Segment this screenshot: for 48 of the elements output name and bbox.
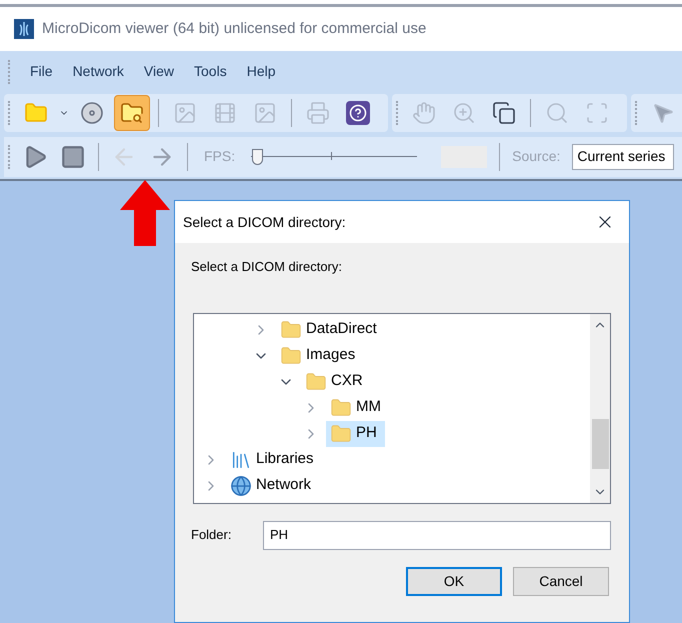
source-label: Source: [512,147,560,166]
image-icon [173,101,197,126]
window-title: MicroDicom viewer (64 bit) unlicensed for commercial use [42,18,426,39]
scrollbar[interactable] [590,314,610,502]
hand-icon [412,101,436,126]
folder-icon [330,422,352,444]
fps-label: FPS: [204,147,236,166]
pointer-icon [651,101,675,126]
fps-slider[interactable] [251,148,418,165]
tree-item[interactable]: PH [326,420,385,446]
tree-item[interactable]: Network [226,472,320,498]
tree-item[interactable]: CXR [301,368,371,394]
menu-item[interactable]: Tools [186,57,235,86]
folder-label: Folder: [191,526,232,544]
tree-item[interactable]: Libraries [226,446,322,472]
help-icon [346,101,370,126]
stop-icon [60,144,86,170]
fit-frame-icon [585,101,609,126]
menu-item[interactable]: Help [238,57,284,86]
scrollbar-thumb[interactable] [592,419,608,469]
folder-icon [280,318,302,340]
folder-icon [330,396,352,418]
folder-icon [305,370,327,392]
dialog-button[interactable]: OK [406,566,502,596]
app-icon [14,19,34,39]
network-icon [230,474,252,496]
menu-item[interactable]: View [136,57,182,86]
toolbar-button[interactable] [114,95,150,132]
dialog-prompt: Select a DICOM directory: [191,258,343,276]
menu-item[interactable]: Network [64,57,132,86]
tree-item[interactable]: MM [326,394,389,420]
annotation-arrow [120,180,170,246]
source-dropdown[interactable]: Current series [572,144,674,170]
dialog-button[interactable]: Cancel [513,566,609,596]
zoom-icon [452,101,476,126]
image-icon [253,101,277,126]
tree-item[interactable]: DataDirect [276,316,385,342]
folder-field[interactable]: PH [263,520,611,550]
disc-icon [80,101,104,126]
dialog-title: Select a DICOM directory: [183,212,346,232]
menu-item[interactable]: File [22,57,61,86]
film-reel-icon [213,101,237,126]
tree-item[interactable]: Images [276,342,364,368]
folder-icon [280,344,302,366]
magnifier-icon [545,101,569,126]
search-folder-icon [120,101,144,126]
overlapping-squares-icon [492,101,516,126]
printer-icon [306,101,330,126]
